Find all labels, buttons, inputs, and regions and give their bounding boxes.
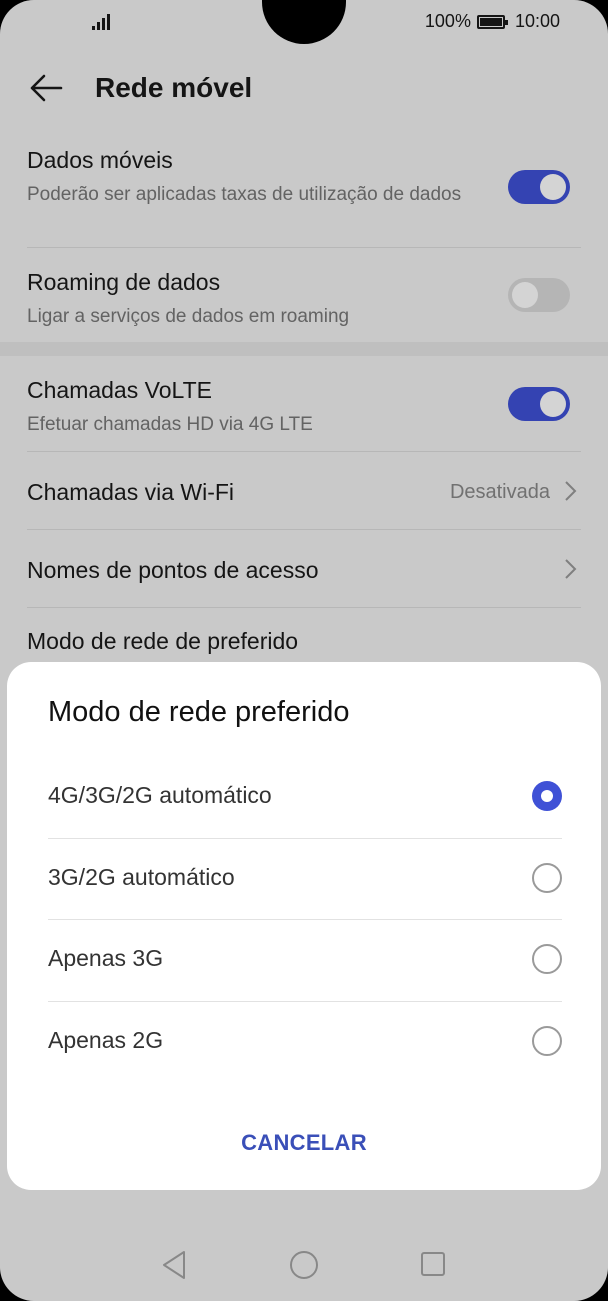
- radio-button[interactable]: [532, 944, 562, 974]
- radio-button-selected[interactable]: [532, 781, 562, 811]
- option-3g-2g-auto[interactable]: 3G/2G automático: [48, 839, 562, 920]
- option-label: 4G/3G/2G automático: [48, 782, 272, 808]
- radio-button[interactable]: [532, 1026, 562, 1056]
- option-3g-only[interactable]: Apenas 3G: [48, 920, 562, 1001]
- network-mode-dialog: Modo de rede preferido 4G/3G/2G automáti…: [7, 662, 601, 1190]
- screen: 100% 10:00 Rede móvel Dados móveis Poder…: [0, 0, 608, 1301]
- dialog-title: Modo de rede preferido: [48, 696, 350, 728]
- option-label: 3G/2G automático: [48, 864, 235, 890]
- option-2g-only[interactable]: Apenas 2G: [48, 1002, 562, 1083]
- nav-home-icon[interactable]: [289, 1250, 319, 1285]
- nav-back-icon[interactable]: [160, 1250, 188, 1285]
- option-label: Apenas 3G: [48, 945, 164, 971]
- navigation-bar: [0, 1230, 608, 1300]
- option-label: Apenas 2G: [48, 1027, 164, 1053]
- radio-button[interactable]: [532, 863, 562, 893]
- option-4g-3g-2g-auto[interactable]: 4G/3G/2G automático: [48, 757, 562, 838]
- cancel-button[interactable]: CANCELAR: [7, 1130, 601, 1156]
- nav-recents-icon[interactable]: [420, 1250, 446, 1283]
